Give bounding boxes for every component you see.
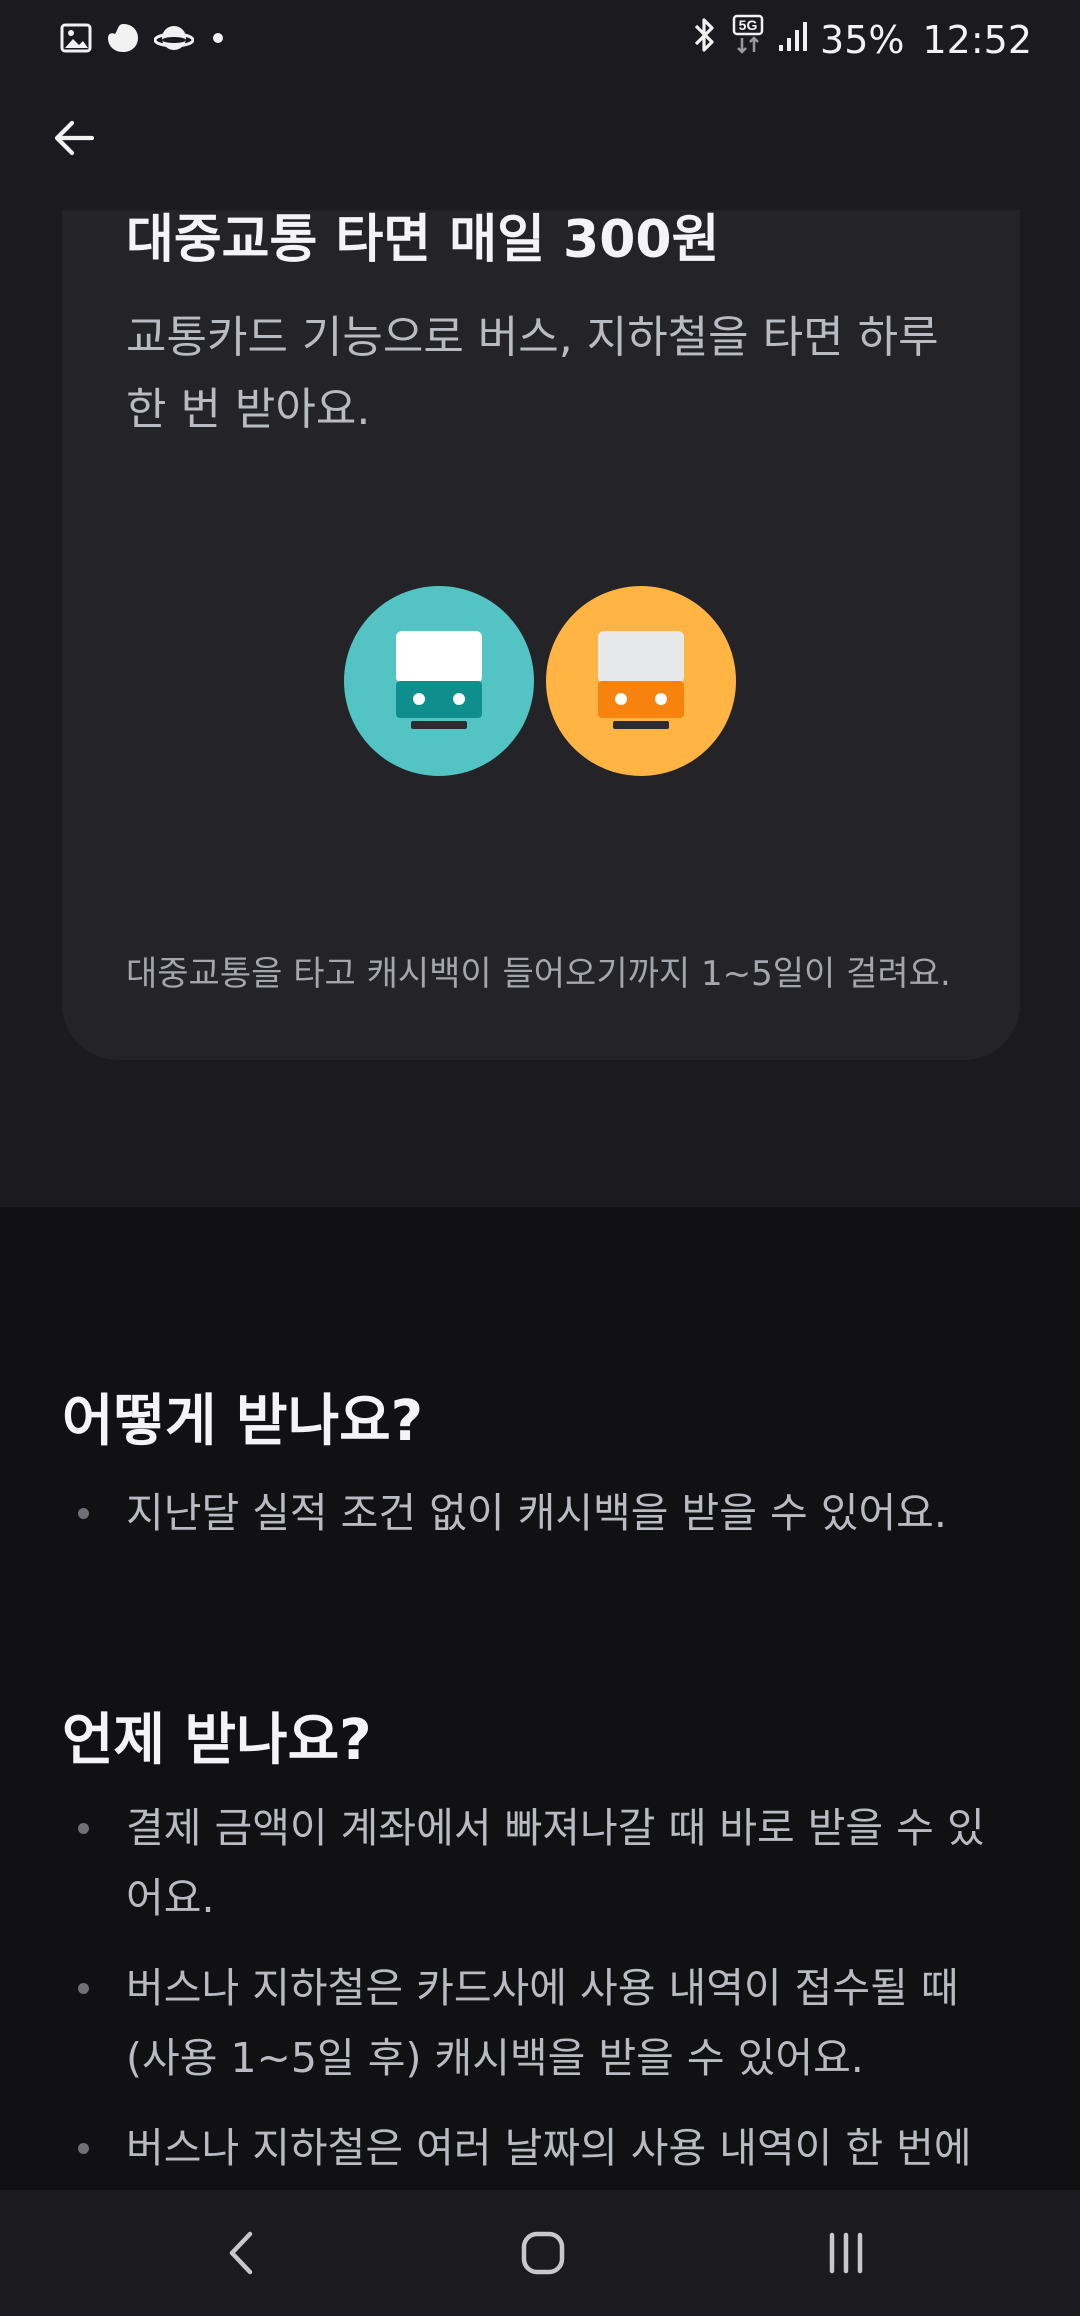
benefit-card: 대중교통 타면 매일 300원 교통카드 기능으로 버스, 지하철을 타면 하루… <box>62 210 1020 1060</box>
recents-nav-icon <box>829 2232 863 2274</box>
list-item: 지난달 실적 조건 없이 캐시백을 받을 수 있어요. <box>62 1478 1022 1548</box>
5g-icon: 5G <box>732 14 766 65</box>
nav-recents-button[interactable] <box>806 2218 886 2288</box>
gallery-icon <box>60 22 92 58</box>
status-left-icons <box>60 22 228 58</box>
system-nav-bar <box>0 2190 1080 2316</box>
status-bar: 5G 35% 12:52 <box>0 0 1080 80</box>
list-item-text: 지난달 실적 조건 없이 캐시백을 받을 수 있어요. <box>126 1489 947 1537</box>
list-item-text: 버스나 지하철은 여러 날짜의 사용 내역이 한 번에 <box>126 2124 972 2172</box>
signal-icon <box>778 18 808 62</box>
list-item-text: 결제 금액이 계좌에서 빠져나갈 때 바로 받을 수 있어요. <box>126 1804 985 1922</box>
home-nav-icon <box>521 2231 565 2275</box>
bullet-list-when: 결제 금액이 계좌에서 빠져나갈 때 바로 받을 수 있어요. 버스나 지하철은… <box>62 1793 1022 2183</box>
card-note: 대중교통을 타고 캐시백이 들어오기까지 1~5일이 걸려요. <box>126 954 951 994</box>
app-notification-icon <box>106 22 140 58</box>
bullet-dot <box>78 1823 89 1834</box>
subway-orange-icon <box>546 586 736 776</box>
nav-back-button[interactable] <box>202 2218 282 2288</box>
back-button[interactable] <box>44 108 104 168</box>
bullet-dot <box>78 2143 89 2154</box>
list-item: 버스나 지하철은 카드사에 사용 내역이 접수될 때 (사용 1~5일 후) 캐… <box>62 1953 1022 2093</box>
list-item: 버스나 지하철은 여러 날짜의 사용 내역이 한 번에 <box>62 2113 1022 2183</box>
network-label: 5G <box>739 17 758 33</box>
dot-icon <box>208 22 228 58</box>
transit-illustration <box>344 586 744 776</box>
clock: 12:52 <box>922 17 1032 62</box>
back-nav-icon <box>229 2231 253 2275</box>
bus-teal-icon <box>344 586 534 776</box>
bullet-dot <box>78 1983 89 1994</box>
list-item: 결제 금액이 계좌에서 빠져나갈 때 바로 받을 수 있어요. <box>62 1793 1022 1933</box>
section-title-how: 어떻게 받나요? <box>62 1389 424 1454</box>
planet-icon <box>153 22 195 58</box>
section-title-when: 언제 받나요? <box>62 1708 372 1773</box>
list-item-text: 버스나 지하철은 카드사에 사용 내역이 접수될 때 (사용 1~5일 후) 캐… <box>126 1964 959 2082</box>
battery-percent: 35% <box>820 17 905 62</box>
card-description: 교통카드 기능으로 버스, 지하철을 타면 하루 한 번 받아요. <box>126 312 939 435</box>
bluetooth-icon <box>690 15 720 64</box>
status-right: 5G 35% 12:52 <box>690 14 1032 65</box>
nav-home-button[interactable] <box>503 2218 583 2288</box>
bullet-list-how: 지난달 실적 조건 없이 캐시백을 받을 수 있어요. <box>62 1478 1022 1548</box>
card-title: 대중교통 타면 매일 300원 <box>126 210 720 270</box>
bullet-dot <box>78 1508 89 1519</box>
arrow-left-icon <box>54 120 95 156</box>
